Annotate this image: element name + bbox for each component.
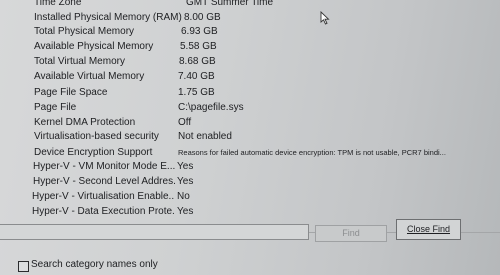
item-name: Installed Physical Memory (RAM) [34,12,182,23]
mouse-pointer-icon [320,10,330,30]
item-value: 7.40 GB [178,71,215,82]
item-value: Not enabled [178,131,232,142]
item-value: No [177,191,190,202]
item-value: Yes [177,176,194,187]
item-name: Page File Space [34,87,108,98]
item-name: Total Physical Memory [34,26,135,37]
item-value: Yes [177,206,194,217]
find-input[interactable] [0,224,309,240]
item-name: Hyper-V - Data Execution Prote... [32,206,174,217]
item-name: Available Virtual Memory [34,71,145,82]
close-find-button[interactable]: Close Find [396,219,461,240]
system-summary-list: Time Zone GMT Summer Time Installed Phys… [0,0,500,233]
item-name: Hyper-V - Virtualisation Enable... [32,191,174,202]
item-value: Reasons for failed automatic device encr… [178,148,446,157]
item-name: Kernel DMA Protection [34,117,136,128]
search-category-names-checkbox[interactable] [18,261,29,272]
item-value: 1.75 GB [178,87,215,98]
item-name: Time Zone [34,0,82,8]
item-value: 6.93 GB [181,26,218,37]
item-name: Device Encryption Support [34,147,153,158]
item-value: Off [178,117,192,128]
system-information-window: Time Zone GMT Summer Time Installed Phys… [0,0,500,275]
item-value: 8.00 GB [184,12,221,23]
item-value: GMT Summer Time [186,0,274,8]
find-button[interactable]: Find [315,225,387,242]
item-name: Available Physical Memory [34,41,154,52]
item-name: Hyper-V - VM Monitor Mode E... [33,161,175,172]
search-category-names-label: Search category names only [31,259,158,270]
item-value: Yes [177,161,194,172]
item-value: C:\pagefile.sys [178,102,244,113]
item-name: Virtualisation-based security [34,131,159,142]
item-value: 8.68 GB [179,56,216,67]
item-name: Hyper-V - Second Level Addres... [33,176,175,187]
item-value: 5.58 GB [180,41,217,52]
item-name: Total Virtual Memory [34,56,125,67]
item-name: Page File [34,102,77,113]
